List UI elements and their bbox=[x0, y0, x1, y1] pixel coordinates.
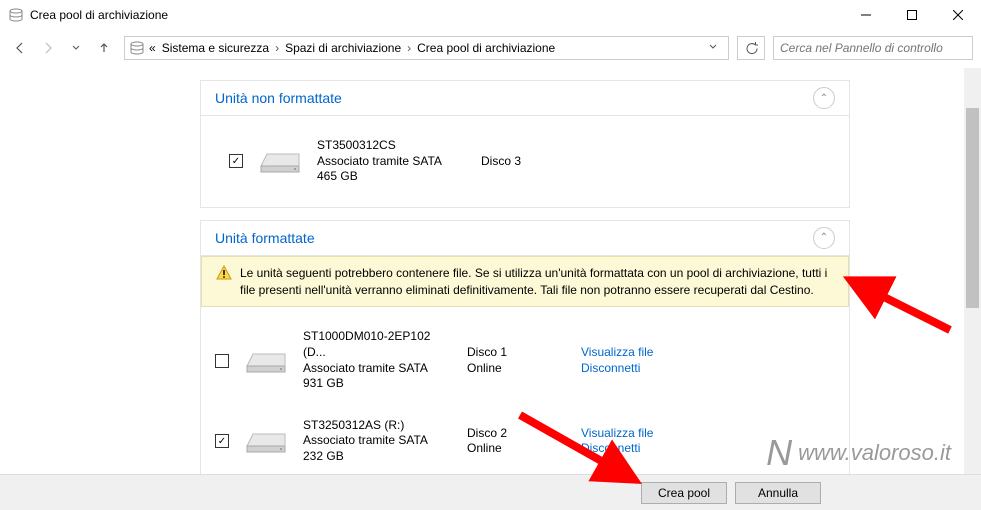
drive-status: Disco 3 bbox=[481, 154, 581, 170]
disconnect-link[interactable]: Disconnetti bbox=[581, 361, 653, 377]
drive-disk: Disco 2 bbox=[467, 426, 567, 442]
recent-dropdown[interactable] bbox=[64, 36, 88, 60]
drive-online: Online bbox=[467, 361, 567, 377]
drive-connection: Associato tramite SATA bbox=[303, 361, 453, 377]
drive-status: Disco 1 Online bbox=[467, 345, 567, 376]
section-header-unformatted[interactable]: Unità non formattate ⌃ bbox=[200, 80, 850, 116]
chevron-right-icon: › bbox=[273, 41, 281, 55]
chevron-right-icon: › bbox=[405, 41, 413, 55]
collapse-icon[interactable]: ⌃ bbox=[813, 227, 835, 249]
drive-info: ST1000DM010-2EP102 (D... Associato trami… bbox=[303, 329, 453, 391]
minimize-button[interactable] bbox=[843, 0, 889, 30]
create-pool-button[interactable]: Crea pool bbox=[641, 482, 727, 504]
collapse-icon[interactable]: ⌃ bbox=[813, 87, 835, 109]
drive-row: ST1000DM010-2EP102 (D... Associato trami… bbox=[201, 325, 849, 395]
drive-checkbox[interactable]: ✓ bbox=[229, 154, 243, 168]
drive-status: Disco 2 Online bbox=[467, 426, 567, 457]
section-header-formatted[interactable]: Unità formattate ⌃ bbox=[200, 220, 850, 256]
hdd-icon bbox=[257, 146, 303, 176]
warning-icon bbox=[216, 265, 232, 281]
warning-banner: Le unità seguenti potrebbero contenere f… bbox=[201, 256, 849, 308]
view-files-link[interactable]: Visualizza file bbox=[581, 345, 653, 361]
view-files-link[interactable]: Visualizza file bbox=[581, 426, 653, 442]
drive-links: Visualizza file Disconnetti bbox=[581, 345, 653, 376]
drive-model: ST3500312CS bbox=[317, 138, 467, 154]
drive-model: ST1000DM010-2EP102 (D... bbox=[303, 329, 453, 360]
drive-links: Visualizza file Disconnetti bbox=[581, 426, 653, 457]
section-body-unformatted: ✓ ST3500312CS Associato tramite SATA 465… bbox=[200, 116, 850, 208]
disconnect-link[interactable]: Disconnetti bbox=[581, 441, 653, 457]
drive-stack-icon bbox=[8, 7, 24, 23]
titlebar: Crea pool di archiviazione bbox=[0, 0, 981, 30]
drive-disk: Disco 3 bbox=[481, 154, 581, 170]
maximize-button[interactable] bbox=[889, 0, 935, 30]
scrollbar-thumb[interactable] bbox=[966, 108, 979, 308]
content-area: Unità non formattate ⌃ ✓ ST3500312CS Ass… bbox=[0, 68, 981, 474]
refresh-button[interactable] bbox=[737, 36, 765, 60]
up-button[interactable] bbox=[92, 36, 116, 60]
navbar: « Sistema e sicurezza › Spazi di archivi… bbox=[0, 30, 981, 66]
section-body-formatted: Le unità seguenti potrebbero contenere f… bbox=[200, 256, 850, 474]
hdd-icon bbox=[243, 426, 289, 456]
footer: Crea pool Annulla bbox=[0, 474, 981, 510]
drive-info: ST3500312CS Associato tramite SATA 465 G… bbox=[317, 138, 467, 185]
cancel-button[interactable]: Annulla bbox=[735, 482, 821, 504]
drive-size: 232 GB bbox=[303, 449, 453, 465]
drive-row: ✓ ST3250312AS (R:) Associato tramite SAT… bbox=[201, 414, 849, 469]
history-dropdown[interactable] bbox=[702, 41, 724, 55]
drive-row: ✓ ST3500312CS Associato tramite SATA 465… bbox=[215, 134, 835, 189]
hdd-icon bbox=[243, 346, 289, 376]
scrollbar[interactable] bbox=[964, 68, 981, 474]
section-title: Unità formattate bbox=[215, 230, 813, 246]
breadcrumb-item[interactable]: Spazi di archiviazione bbox=[283, 41, 403, 55]
breadcrumb-item[interactable]: Crea pool di archiviazione bbox=[415, 41, 557, 55]
close-button[interactable] bbox=[935, 0, 981, 30]
drive-model: ST3250312AS (R:) bbox=[303, 418, 453, 434]
search-input[interactable] bbox=[780, 41, 966, 55]
drive-connection: Associato tramite SATA bbox=[303, 433, 453, 449]
drive-size: 931 GB bbox=[303, 376, 453, 392]
warning-text: Le unità seguenti potrebbero contenere f… bbox=[240, 265, 834, 299]
drive-connection: Associato tramite SATA bbox=[317, 154, 467, 170]
section-title: Unità non formattate bbox=[215, 90, 813, 106]
window-title: Crea pool di archiviazione bbox=[30, 8, 843, 22]
address-bar[interactable]: « Sistema e sicurezza › Spazi di archivi… bbox=[124, 36, 729, 60]
drive-disk: Disco 1 bbox=[467, 345, 567, 361]
breadcrumb-prefix: « bbox=[147, 41, 158, 55]
drive-checkbox[interactable] bbox=[215, 354, 229, 368]
forward-button[interactable] bbox=[36, 36, 60, 60]
drive-online: Online bbox=[467, 441, 567, 457]
drive-size: 465 GB bbox=[317, 169, 467, 185]
back-button[interactable] bbox=[8, 36, 32, 60]
drive-stack-icon bbox=[129, 40, 145, 56]
search-box[interactable] bbox=[773, 36, 973, 60]
breadcrumb-item[interactable]: Sistema e sicurezza bbox=[160, 41, 271, 55]
drive-checkbox[interactable]: ✓ bbox=[215, 434, 229, 448]
drive-info: ST3250312AS (R:) Associato tramite SATA … bbox=[303, 418, 453, 465]
